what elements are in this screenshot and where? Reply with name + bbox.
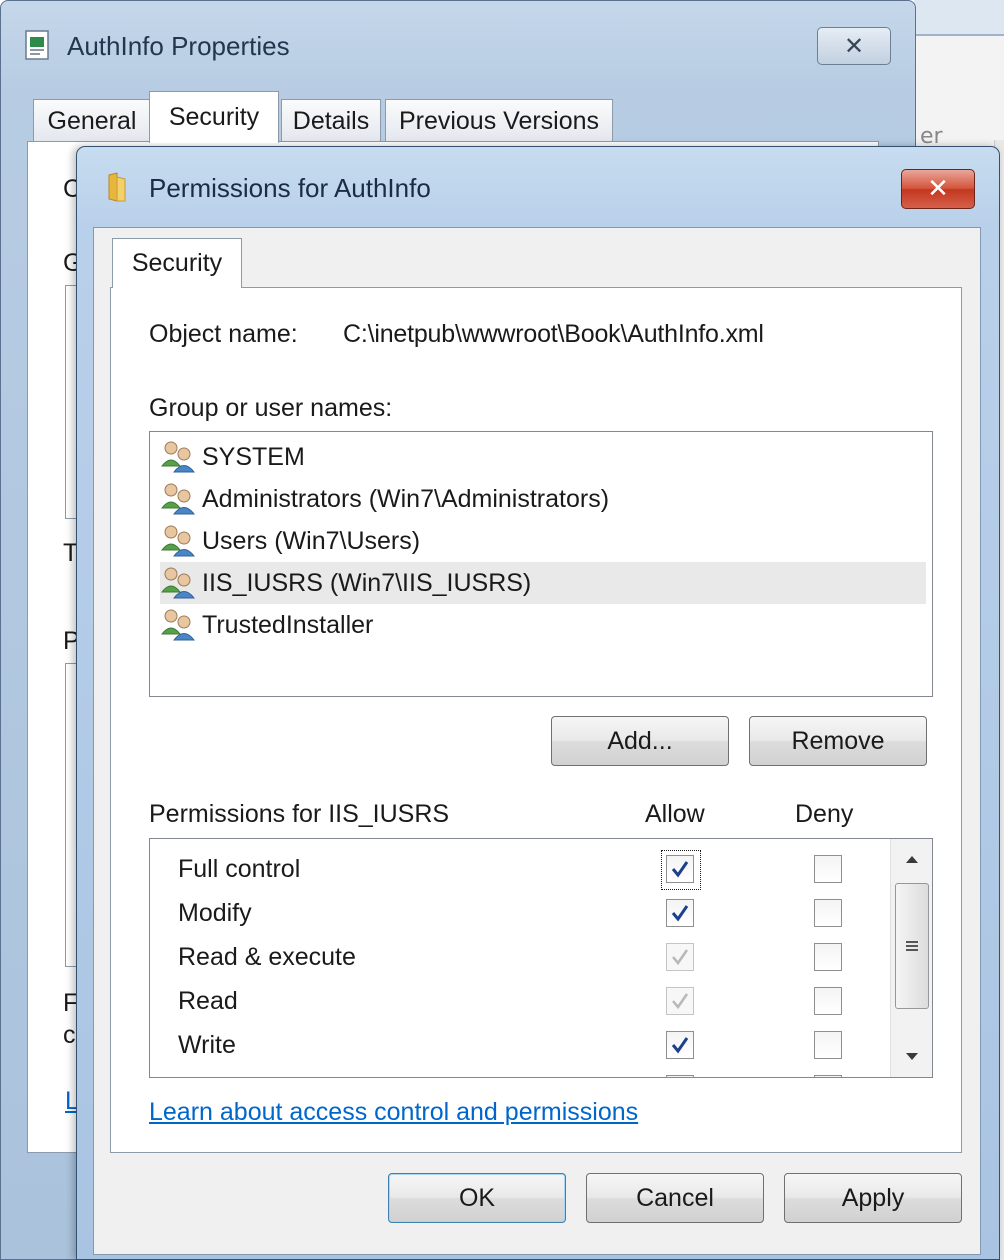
user-name: IIS_IUSRS (Win7\IIS_IUSRS) <box>202 568 532 597</box>
ok-button[interactable]: OK <box>388 1173 566 1223</box>
allow-checkbox[interactable] <box>661 850 701 890</box>
permissions-scrollbar[interactable] <box>890 839 932 1077</box>
tab-label: General <box>47 107 137 135</box>
tab-label: Previous Versions <box>398 107 600 135</box>
tab-previous-versions[interactable]: Previous Versions <box>385 99 613 143</box>
user-name: SYSTEM <box>202 442 305 471</box>
object-name-label: Object name: <box>149 320 298 348</box>
close-icon: ✕ <box>843 32 865 60</box>
user-group-icon <box>160 483 196 515</box>
button-label: Cancel <box>636 1183 714 1212</box>
chevron-down-icon <box>906 1053 918 1060</box>
list-item[interactable]: Administrators (Win7\Administrators) <box>160 478 926 520</box>
permission-row: Read & execute <box>150 935 890 979</box>
permissions-list: Full control Modify Read & execute Read … <box>149 838 933 1078</box>
permission-name: Full control <box>178 855 301 883</box>
grip-icon <box>906 941 918 951</box>
apply-button[interactable]: Apply <box>784 1173 962 1223</box>
learn-access-control-link[interactable]: Learn about access control and permissio… <box>149 1098 638 1127</box>
background-window-band <box>914 0 1004 36</box>
obscured-label-fragment: c <box>63 1021 76 1049</box>
tab-general[interactable]: General <box>33 99 151 143</box>
permission-row: Modify <box>150 891 890 935</box>
permissions-for-label: Permissions for IIS_IUSRS <box>149 800 450 828</box>
tab-label: Security <box>131 249 223 277</box>
cancel-button[interactable]: Cancel <box>586 1173 764 1223</box>
remove-button[interactable]: Remove <box>749 716 927 766</box>
allow-checkbox-inherited <box>666 987 694 1015</box>
folder-icon <box>108 172 126 202</box>
tab-security[interactable]: Security <box>112 238 242 288</box>
user-group-icon <box>160 609 196 641</box>
check-icon <box>671 1037 689 1054</box>
user-list[interactable]: SYSTEM Administrators (Win7\Administrato… <box>149 431 933 697</box>
tab-details[interactable]: Details <box>281 99 381 143</box>
dialog-client-area: Security Object name: C:\inetpub\wwwroot… <box>93 227 981 1255</box>
deny-checkbox[interactable] <box>814 1031 842 1059</box>
allow-column-header: Allow <box>645 800 705 828</box>
tab-label: Security <box>168 103 260 131</box>
chevron-up-icon <box>906 856 918 863</box>
security-panel: Object name: C:\inetpub\wwwroot\Book\Aut… <box>110 287 962 1153</box>
object-name-value: C:\inetpub\wwwroot\Book\AuthInfo.xml <box>343 320 764 348</box>
user-name: TrustedInstaller <box>202 610 374 639</box>
permission-row: Read <box>150 979 890 1023</box>
allow-checkbox[interactable] <box>666 1031 694 1059</box>
allow-checkbox[interactable] <box>666 899 694 927</box>
button-label: OK <box>458 1183 496 1212</box>
permission-name: Modify <box>178 899 252 927</box>
check-icon <box>672 949 689 966</box>
scroll-down-button[interactable] <box>891 1039 932 1075</box>
button-label: Apply <box>841 1183 905 1212</box>
add-button[interactable]: Add... <box>551 716 729 766</box>
permission-name: Write <box>178 1031 236 1059</box>
deny-column-header: Deny <box>795 800 854 828</box>
permission-name: Read <box>178 987 238 1015</box>
permission-row: Full control <box>150 847 890 891</box>
deny-checkbox[interactable] <box>814 943 842 971</box>
deny-checkbox[interactable] <box>814 855 842 883</box>
permissions-close-button[interactable]: ✕ <box>901 169 975 209</box>
allow-checkbox[interactable] <box>666 1075 694 1077</box>
file-properties-icon <box>25 30 49 60</box>
list-item[interactable]: Users (Win7\Users) <box>160 520 926 562</box>
user-group-icon <box>160 525 196 557</box>
list-item[interactable]: SYSTEM <box>160 436 926 478</box>
scroll-thumb[interactable] <box>895 883 929 1009</box>
tab-label: Details <box>292 107 370 135</box>
button-label: Add... <box>607 726 673 755</box>
user-group-icon <box>160 567 196 599</box>
button-label: Remove <box>791 726 885 755</box>
deny-checkbox[interactable] <box>814 899 842 927</box>
scroll-up-button[interactable] <box>891 841 932 877</box>
permissions-dialog: Permissions for AuthInfo ✕ Security Obje… <box>76 146 1000 1260</box>
group-or-user-names-label: Group or user names: <box>149 394 393 422</box>
check-icon <box>671 905 689 922</box>
check-icon <box>672 993 689 1010</box>
list-item[interactable]: TrustedInstaller <box>160 604 926 646</box>
permission-row-partial <box>150 1067 890 1077</box>
user-name: Administrators (Win7\Administrators) <box>202 484 610 513</box>
deny-checkbox[interactable] <box>814 987 842 1015</box>
deny-checkbox[interactable] <box>814 1075 842 1077</box>
check-icon <box>671 861 689 878</box>
user-group-icon <box>160 441 196 473</box>
user-name: Users (Win7\Users) <box>202 526 421 555</box>
list-item-selected[interactable]: IIS_IUSRS (Win7\IIS_IUSRS) <box>160 562 926 604</box>
permissions-dialog-title: Permissions for AuthInfo <box>149 173 431 203</box>
permission-name: Read & execute <box>178 943 356 971</box>
properties-close-button[interactable]: ✕ <box>817 27 891 65</box>
tab-security[interactable]: Security <box>149 91 279 143</box>
allow-checkbox-inherited <box>666 943 694 971</box>
permission-row: Write <box>150 1023 890 1067</box>
properties-window-title: AuthInfo Properties <box>67 31 290 61</box>
close-icon: ✕ <box>927 174 949 204</box>
